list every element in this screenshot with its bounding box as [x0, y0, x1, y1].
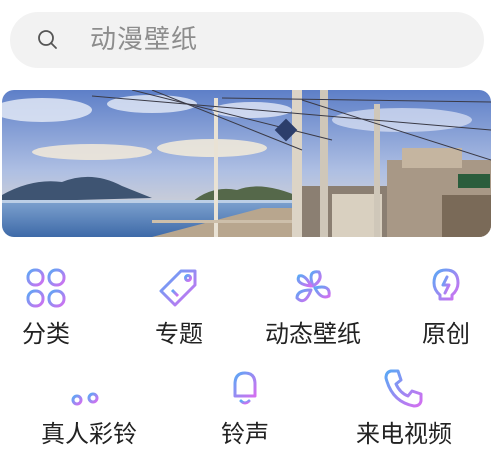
- tag-icon: [159, 269, 197, 307]
- phone-icon: [384, 369, 423, 408]
- banner-illustration: [2, 90, 491, 237]
- category-zhuanti[interactable]: 专题: [136, 266, 222, 349]
- lightbulb-icon: [432, 268, 460, 307]
- pinwheel-icon: [295, 270, 331, 303]
- search-bar[interactable]: 动漫壁纸: [10, 12, 484, 68]
- category-live-wallpaper[interactable]: 动态壁纸: [248, 266, 378, 349]
- category-label: 动态壁纸: [265, 320, 361, 348]
- category-ringback[interactable]: 真人彩铃: [30, 366, 148, 449]
- category-call-video[interactable]: 来电视频: [344, 366, 464, 449]
- music-note-icon: [71, 372, 99, 406]
- category-label: 专题: [155, 320, 203, 348]
- category-label: 来电视频: [356, 420, 452, 448]
- category-label: 分类: [22, 320, 70, 348]
- search-placeholder: 动漫壁纸: [90, 25, 199, 55]
- category-label: 原创: [422, 320, 470, 348]
- bell-icon: [228, 367, 262, 405]
- search-icon: [38, 30, 57, 49]
- category-label: 真人彩铃: [41, 420, 137, 448]
- category-label: 铃声: [221, 420, 269, 448]
- category-grid-icon: [26, 268, 66, 308]
- category-original[interactable]: 原创: [402, 266, 490, 349]
- category-fenlei[interactable]: 分类: [4, 266, 88, 349]
- banner-image[interactable]: [2, 90, 491, 237]
- category-ringtone[interactable]: 铃声: [208, 366, 282, 449]
